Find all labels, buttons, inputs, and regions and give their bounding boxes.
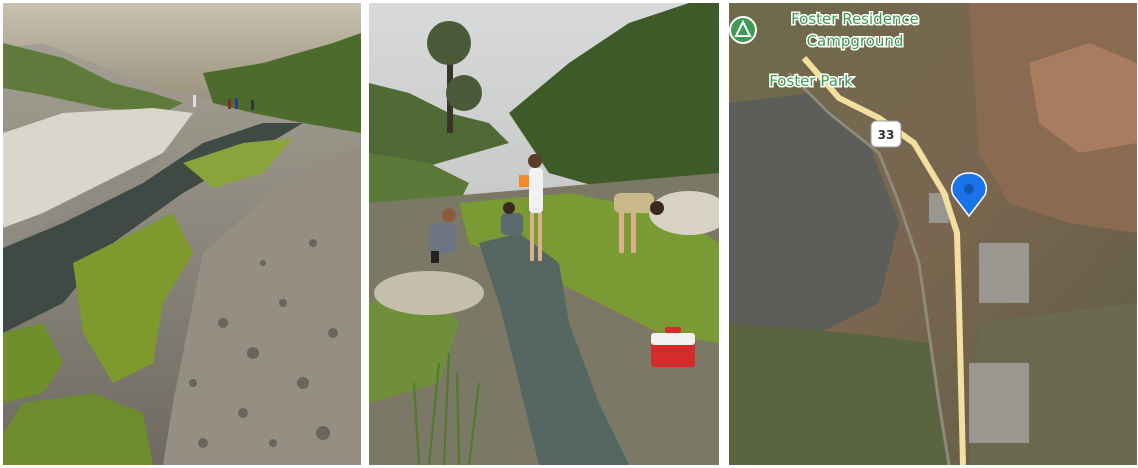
campground-label-line1[interactable]: Foster Residence <box>790 9 921 30</box>
rock <box>374 271 484 315</box>
campground-pin-icon[interactable] <box>729 16 757 44</box>
creek-bed-photo <box>3 3 361 465</box>
svg-text:33: 33 <box>878 128 895 142</box>
red-cooler <box>651 327 695 367</box>
satellite-map[interactable]: 33 Foster Residence Campground Foster Pa… <box>729 3 1137 465</box>
students-sampling-image <box>369 3 719 465</box>
creek-bed-image <box>3 3 361 465</box>
students-sampling-photo <box>369 3 719 465</box>
park-label[interactable]: Foster Park <box>768 71 855 92</box>
highway-shield-icon: 33 <box>870 120 902 148</box>
map-canvas[interactable]: 33 Foster Residence Campground Foster Pa… <box>729 3 1137 465</box>
campground-label-line2[interactable]: Campground <box>805 31 905 52</box>
